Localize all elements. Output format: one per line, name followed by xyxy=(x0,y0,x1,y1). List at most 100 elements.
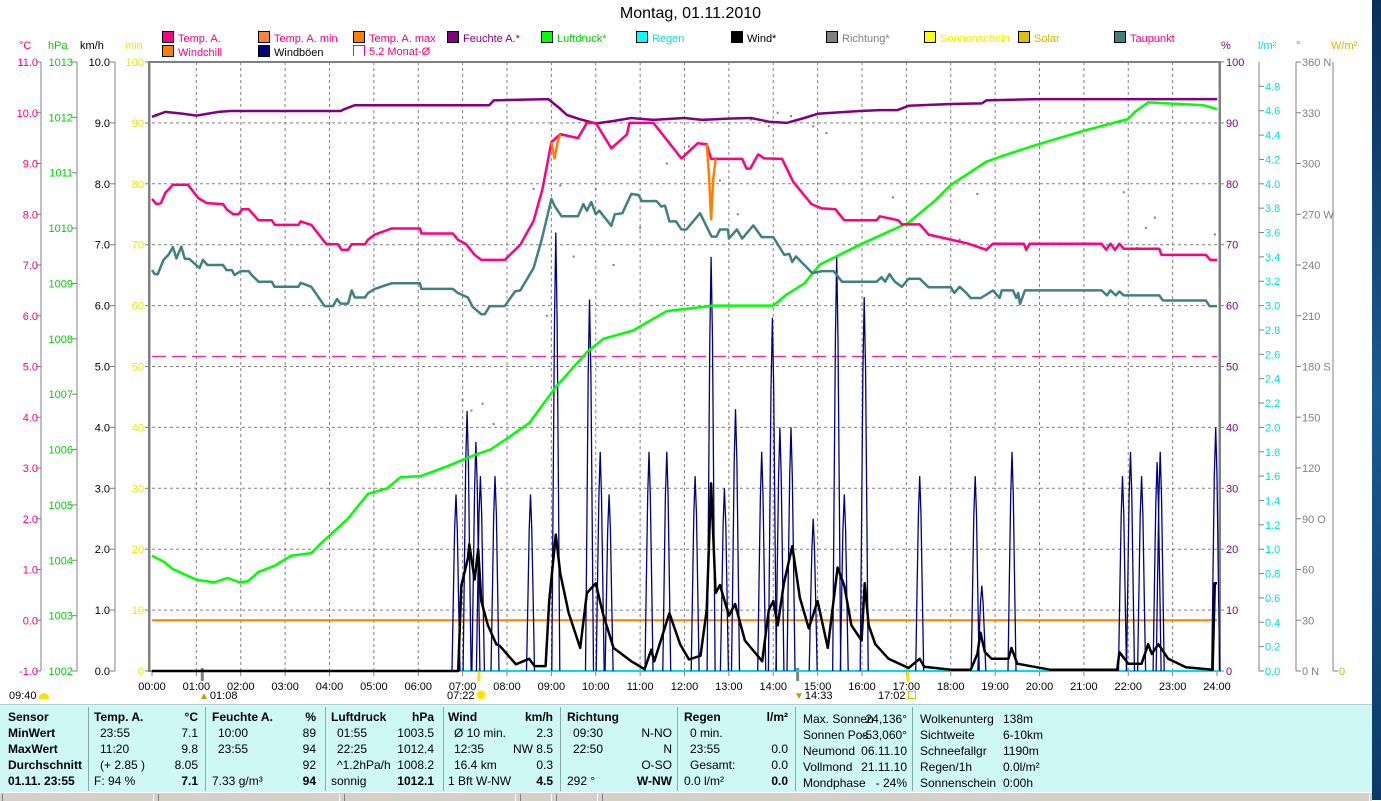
misc-label: Sonnenschein xyxy=(920,776,997,790)
legend-label: 5.2 Monat-Ø xyxy=(369,46,431,58)
legend-label: Luftdruck* xyxy=(557,33,607,45)
cell-value: 9.8 xyxy=(181,742,198,756)
axis-rain-tick-label: 1.0 xyxy=(1265,544,1280,556)
direction-point xyxy=(545,314,548,317)
axis-hpa-tick-label: 1004 xyxy=(49,555,73,567)
axis-rain-tick-label: 1.2 xyxy=(1265,520,1280,532)
axis-min-tick-label: 10 xyxy=(132,605,144,617)
legend-swatch xyxy=(1018,31,1030,43)
direction-point xyxy=(790,115,792,118)
legend-label: Wind* xyxy=(747,33,777,45)
astro-value: 21.11.10 xyxy=(861,760,907,774)
direction-point xyxy=(470,409,473,412)
cell-value: 89 xyxy=(302,726,316,740)
axis-rain-tick-label: 1.4 xyxy=(1265,495,1280,507)
x-axis-tick-label: 00:00 xyxy=(138,681,166,693)
axis-temp-tick-label: -1.0 xyxy=(19,666,38,678)
cell-value: 0.0 xyxy=(771,774,788,788)
axis-rain-tick-label: 3.8 xyxy=(1265,203,1280,215)
row-label: MaxWert xyxy=(8,742,58,756)
gust-spike xyxy=(551,232,561,672)
axis-deg-tick-label: 270 W xyxy=(1302,209,1334,221)
legend-swatch xyxy=(826,31,838,43)
cell-value: 7.1 xyxy=(181,726,198,740)
axis-pct-tick-label: 10 xyxy=(1226,605,1238,617)
axis-rain-tick-label: 3.6 xyxy=(1265,228,1280,240)
misc-label: Regen/1h xyxy=(920,760,973,774)
cell-value: 4.5 xyxy=(536,774,553,788)
direction-point xyxy=(492,423,495,426)
cell-value: 8.05 xyxy=(174,758,198,772)
axis-kmh-tick-label: 8.0 xyxy=(95,179,110,191)
axis-deg-tick-label: 360 N xyxy=(1302,57,1331,69)
gust-spike xyxy=(915,476,925,672)
cell-value: 94 xyxy=(302,774,316,788)
axis-hpa-tick-label: 1012 xyxy=(49,112,73,124)
moonset-time: 09:40 xyxy=(9,690,37,702)
axis-kmh-tick-label: 4.0 xyxy=(95,422,110,434)
legend-item: Temp. A. min xyxy=(258,31,338,45)
axis-temp-tick-label: 11.0 xyxy=(17,57,38,69)
legend-item: Windböen xyxy=(258,45,324,59)
column-unit: % xyxy=(305,710,316,724)
axis-deg-tick-label: 30 xyxy=(1302,615,1314,627)
chart-title: Montag, 01.11.2010 xyxy=(619,5,762,22)
gust-spike xyxy=(584,299,595,672)
axis-min-tick-label: 50 xyxy=(132,362,144,374)
astro-value: 24,136° xyxy=(865,712,907,726)
sensor-header: Sensor xyxy=(8,710,49,724)
misc-value: 6-10km xyxy=(1003,728,1044,742)
misc-label: Schneefallgr xyxy=(920,744,987,758)
sunrise-icon xyxy=(476,691,485,699)
column-unit: l/m² xyxy=(766,710,788,724)
axis-rain-tick-label: 4.6 xyxy=(1265,106,1280,118)
cell-label: 0 min. xyxy=(690,726,723,740)
misc-value: 0.0l/m² xyxy=(1003,760,1040,774)
misc-value: 1190m xyxy=(1003,744,1039,758)
x-axis-tick-label: 05:00 xyxy=(360,681,388,693)
axis-temp-tick-label: 9.0 xyxy=(23,159,38,171)
direction-point xyxy=(572,255,575,258)
axis-min-tick-label: 40 xyxy=(132,422,144,434)
axis-hpa-tick-label: 1006 xyxy=(49,445,73,457)
gust-spike xyxy=(462,410,472,672)
unit-deg: ° xyxy=(1296,40,1301,52)
legend-swatch xyxy=(353,45,365,56)
legend-item: Taupunkt xyxy=(1114,31,1175,45)
unit-rain: l/m² xyxy=(1258,40,1277,52)
legend-swatch xyxy=(541,31,553,43)
column-header: Richtung xyxy=(567,710,619,724)
series-wind xyxy=(152,482,1217,673)
unit-min: min xyxy=(125,40,143,52)
gust-spike xyxy=(730,409,741,672)
legend-swatch xyxy=(731,31,743,43)
unit-pct: % xyxy=(1221,40,1231,52)
moonset-event: 09:40 xyxy=(9,690,49,702)
unit-solar: W/m² xyxy=(1331,40,1358,52)
axis-min-tick-label: 0 xyxy=(138,666,144,678)
direction-point xyxy=(481,402,484,405)
axis-temp-tick-label: 8.0 xyxy=(23,209,38,221)
x-axis-tick-label: 09:00 xyxy=(538,681,566,693)
axis-kmh-tick-label: 1.0 xyxy=(95,605,110,617)
axis-rain-tick-label: 2.6 xyxy=(1265,349,1280,361)
gust-spike xyxy=(662,451,672,672)
x-axis-tick-label: 20:00 xyxy=(1026,681,1054,693)
axis-deg-tick-label: 150 xyxy=(1302,412,1320,424)
moonrise-event: ▲01:08 xyxy=(199,690,237,702)
legend-swatch xyxy=(162,31,174,43)
row-label: Durchschnitt xyxy=(8,758,83,772)
axis-pct-tick-label: 0 xyxy=(1226,666,1232,678)
axis-temp-tick-label: 4.0 xyxy=(23,412,38,424)
axis-min-tick-label: 70 xyxy=(132,240,144,252)
legend-swatch xyxy=(162,45,174,57)
axis-hpa-tick-label: 1013 xyxy=(49,57,73,69)
direction-point xyxy=(532,187,535,190)
x-axis-tick-label: 18:00 xyxy=(937,681,965,693)
gust-spike xyxy=(719,488,730,672)
axis-hpa-tick-label: 1011 xyxy=(49,168,73,180)
unit-kmh: km/h xyxy=(80,40,104,52)
sun-max-time: 14:33 xyxy=(804,690,833,702)
axis-deg-tick-label: 240 xyxy=(1302,260,1320,272)
axis-rain-tick-label: 3.4 xyxy=(1265,252,1280,264)
